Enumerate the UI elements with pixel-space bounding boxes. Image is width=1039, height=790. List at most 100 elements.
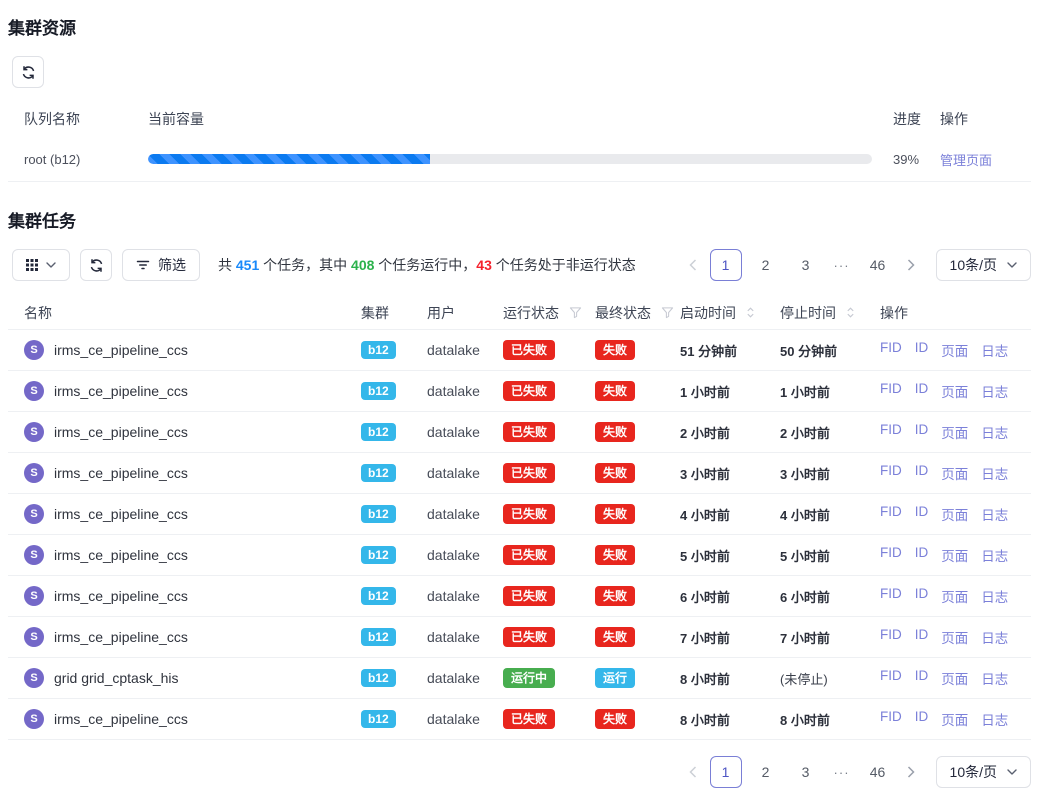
tasks-refresh-button[interactable] (80, 249, 112, 281)
page-button-2[interactable]: 2 (750, 756, 782, 788)
action-link-id[interactable]: ID (915, 627, 929, 647)
next-page-button[interactable] (902, 756, 920, 788)
action-link-fid[interactable]: FID (880, 340, 902, 360)
next-page-button[interactable] (902, 249, 920, 281)
user-name: datalake (427, 506, 503, 522)
sort-icon[interactable] (846, 306, 855, 319)
action-link-id[interactable]: ID (915, 504, 929, 524)
page-ellipsis[interactable]: ··· (830, 249, 854, 281)
prev-page-button[interactable] (684, 756, 702, 788)
page-button-2[interactable]: 2 (750, 249, 782, 281)
page-button-1[interactable]: 1 (710, 756, 742, 788)
action-link-fid[interactable]: FID (880, 463, 902, 483)
pagination-top: 1 2 3 ··· 46 10条/页 (684, 249, 1031, 281)
action-link-fid[interactable]: FID (880, 709, 902, 729)
task-name: grid grid_cptask_his (54, 670, 179, 686)
action-link-id[interactable]: ID (915, 545, 929, 565)
action-link-id[interactable]: ID (915, 340, 929, 360)
page-ellipsis[interactable]: ··· (830, 756, 854, 788)
summary-text: 共 (218, 257, 236, 273)
table-row: S irms_ce_pipeline_ccs b12 datalake 已失败 … (8, 330, 1031, 371)
action-link-fid[interactable]: FID (880, 422, 902, 442)
resources-refresh-button[interactable] (12, 56, 44, 88)
action-link-log[interactable]: 日志 (981, 709, 1008, 729)
cluster-badge: b12 (361, 669, 396, 687)
action-link-page[interactable]: 页面 (941, 709, 968, 729)
filter-funnel-icon[interactable] (569, 306, 582, 319)
chevron-down-icon (1007, 262, 1017, 268)
final-status-badge: 失败 (595, 463, 635, 483)
start-time: 3 小时前 (680, 464, 780, 483)
spark-avatar: S (24, 709, 44, 729)
filter-funnel-icon[interactable] (661, 306, 674, 319)
action-link-log[interactable]: 日志 (981, 668, 1008, 688)
action-link-page[interactable]: 页面 (941, 422, 968, 442)
action-link-log[interactable]: 日志 (981, 504, 1008, 524)
prev-page-button[interactable] (684, 249, 702, 281)
action-link-id[interactable]: ID (915, 463, 929, 483)
action-link-id[interactable]: ID (915, 422, 929, 442)
action-link-log[interactable]: 日志 (981, 586, 1008, 606)
user-name: datalake (427, 711, 503, 727)
page-button-46[interactable]: 46 (862, 756, 894, 788)
action-link-log[interactable]: 日志 (981, 545, 1008, 565)
action-link-page[interactable]: 页面 (941, 504, 968, 524)
cluster-badge: b12 (361, 341, 396, 359)
filter-icon (136, 258, 150, 272)
action-link-page[interactable]: 页面 (941, 381, 968, 401)
column-header-actions: 操作 (880, 303, 1031, 323)
action-link-fid[interactable]: FID (880, 627, 902, 647)
manage-page-link[interactable]: 管理页面 (940, 153, 992, 168)
page-button-1[interactable]: 1 (710, 249, 742, 281)
start-time: 51 分钟前 (680, 341, 780, 360)
action-link-page[interactable]: 页面 (941, 545, 968, 565)
run-status-badge: 已失败 (503, 627, 555, 647)
action-link-fid[interactable]: FID (880, 668, 902, 688)
start-time: 7 小时前 (680, 628, 780, 647)
layout-grid-button[interactable] (12, 249, 70, 281)
action-link-fid[interactable]: FID (880, 586, 902, 606)
action-link-log[interactable]: 日志 (981, 381, 1008, 401)
action-link-fid[interactable]: FID (880, 545, 902, 565)
action-link-page[interactable]: 页面 (941, 668, 968, 688)
action-link-id[interactable]: ID (915, 381, 929, 401)
spark-avatar: S (24, 381, 44, 401)
row-actions: FID ID 页面日志 (880, 709, 1031, 729)
progress-bar-fill (148, 154, 430, 164)
action-link-id[interactable]: ID (915, 709, 929, 729)
action-link-log[interactable]: 日志 (981, 463, 1008, 483)
start-time: 1 小时前 (680, 382, 780, 401)
cluster-badge: b12 (361, 423, 396, 441)
action-link-fid[interactable]: FID (880, 381, 902, 401)
cluster-badge: b12 (361, 505, 396, 523)
action-link-id[interactable]: ID (915, 586, 929, 606)
action-link-page[interactable]: 页面 (941, 340, 968, 360)
action-link-id[interactable]: ID (915, 668, 929, 688)
tasks-table-header: 名称 集群 用户 运行状态 最终状态 启动时间 停止时间 操作 (8, 296, 1031, 330)
run-status-badge: 已失败 (503, 340, 555, 360)
spark-avatar: S (24, 340, 44, 360)
stop-time: 5 小时前 (780, 546, 880, 565)
filter-button[interactable]: 筛选 (122, 249, 200, 281)
page-button-3[interactable]: 3 (790, 756, 822, 788)
action-link-log[interactable]: 日志 (981, 627, 1008, 647)
action-link-page[interactable]: 页面 (941, 463, 968, 483)
action-link-log[interactable]: 日志 (981, 340, 1008, 360)
sort-icon[interactable] (746, 306, 755, 319)
row-actions: FID ID 页面日志 (880, 463, 1031, 483)
cluster-badge: b12 (361, 546, 396, 564)
page-size-select[interactable]: 10条/页 (936, 249, 1031, 281)
spark-avatar: S (24, 463, 44, 483)
cluster-badge: b12 (361, 464, 396, 482)
page-button-3[interactable]: 3 (790, 249, 822, 281)
task-name: irms_ce_pipeline_ccs (54, 424, 188, 440)
action-link-page[interactable]: 页面 (941, 627, 968, 647)
page-button-46[interactable]: 46 (862, 249, 894, 281)
refresh-icon (21, 65, 36, 80)
page-size-select[interactable]: 10条/页 (936, 756, 1031, 788)
action-link-fid[interactable]: FID (880, 504, 902, 524)
spark-avatar: S (24, 668, 44, 688)
action-link-log[interactable]: 日志 (981, 422, 1008, 442)
task-name: irms_ce_pipeline_ccs (54, 342, 188, 358)
action-link-page[interactable]: 页面 (941, 586, 968, 606)
